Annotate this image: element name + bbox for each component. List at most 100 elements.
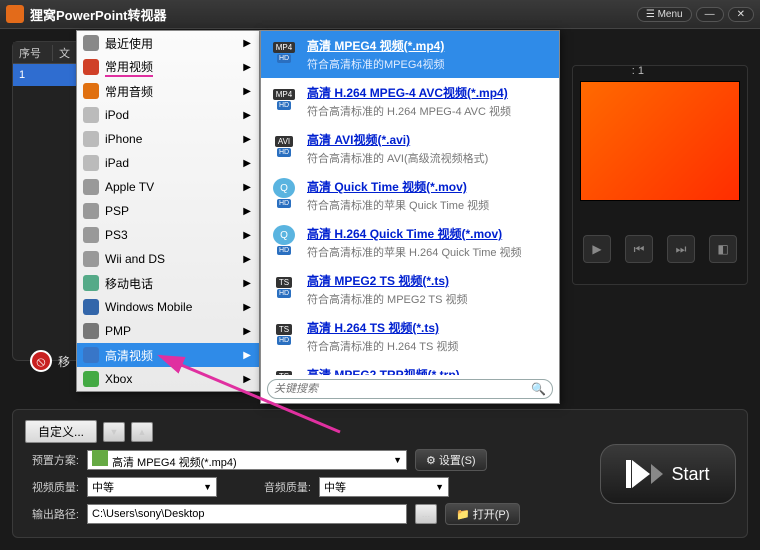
- chevron-right-icon: ▶: [243, 230, 251, 241]
- format-item-1[interactable]: MP4HD高清 H.264 MPEG-4 AVC视频(*.mp4)符合高清标准的…: [261, 78, 559, 125]
- category-item-14[interactable]: Xbox▶: [77, 367, 259, 391]
- menu-button[interactable]: ☰ Menu: [637, 7, 692, 22]
- format-title: 高清 AVI视频(*.avi): [307, 131, 488, 148]
- format-search-input[interactable]: [274, 383, 531, 395]
- category-icon: [83, 299, 99, 315]
- category-item-3[interactable]: iPod▶: [77, 103, 259, 127]
- category-item-0[interactable]: 最近使用▶: [77, 31, 259, 55]
- chevron-right-icon: ▶: [243, 62, 251, 73]
- video-quality-select[interactable]: 中等 ▼: [87, 477, 217, 497]
- category-icon: [83, 35, 99, 51]
- category-icon: [83, 131, 99, 147]
- audio-quality-select[interactable]: 中等▼: [319, 477, 449, 497]
- format-title: 高清 H.264 MPEG-4 AVC视频(*.mp4): [307, 84, 511, 101]
- format-item-3[interactable]: QHD高清 Quick Time 视频(*.mov)符合高清标准的苹果 Quic…: [261, 172, 559, 219]
- output-path-input[interactable]: [87, 504, 407, 524]
- start-button[interactable]: Start: [600, 444, 736, 504]
- format-subtitle: 符合高清标准的MPEG4视频: [307, 56, 445, 72]
- category-item-12[interactable]: PMP▶: [77, 319, 259, 343]
- category-item-2[interactable]: 常用音频 ▶: [77, 79, 259, 103]
- settings-button[interactable]: ⚙ 设置(S): [415, 449, 487, 471]
- preview-controls: ▶ ⏮ ⏭ ◧: [580, 229, 740, 269]
- format-subtitle: 符合高清标准的 H.264 TS 视频: [307, 338, 458, 354]
- chevron-right-icon: ▶: [243, 110, 251, 121]
- minimize-button[interactable]: —: [696, 7, 724, 22]
- category-item-10[interactable]: 移动电话 ▶: [77, 271, 259, 295]
- format-icon: AVIHD: [269, 131, 299, 161]
- category-icon: [83, 275, 99, 291]
- chevron-right-icon: ▶: [243, 86, 251, 97]
- category-icon: [83, 83, 99, 99]
- close-button[interactable]: ✕: [728, 7, 754, 22]
- category-item-8[interactable]: PS3▶: [77, 223, 259, 247]
- category-label: iPhone: [105, 132, 142, 146]
- format-title: 高清 MPEG4 视频(*.mp4): [307, 37, 445, 54]
- prev-button[interactable]: ⏮: [625, 235, 653, 263]
- chevron-down-icon: ▼: [203, 482, 212, 492]
- format-icon: TSHD: [269, 319, 299, 349]
- format-subtitle: 符合高清标准的 AVI(高级流视频格式): [307, 150, 488, 166]
- category-icon: [83, 251, 99, 267]
- preset-up-toggle[interactable]: ▲: [131, 422, 153, 442]
- snapshot-button[interactable]: ◧: [709, 235, 737, 263]
- category-item-4[interactable]: iPhone ▶: [77, 127, 259, 151]
- category-item-9[interactable]: Wii and DS▶: [77, 247, 259, 271]
- search-icon[interactable]: 🔍: [531, 382, 546, 396]
- title-bar: 狸窝PowerPoint转视器 ☰ Menu — ✕: [0, 0, 760, 28]
- format-icon: TSHD: [269, 366, 299, 375]
- category-item-6[interactable]: Apple TV▶: [77, 175, 259, 199]
- format-list[interactable]: MP4HD高清 MPEG4 视频(*.mp4)符合高清标准的MPEG4视频MP4…: [261, 31, 559, 375]
- audio-quality-label: 音频质量:: [257, 479, 311, 495]
- format-item-0[interactable]: MP4HD 高清 MPEG4 视频(*.mp4) 符合高清标准的MPEG4视频: [261, 31, 559, 78]
- category-item-5[interactable]: iPad▶: [77, 151, 259, 175]
- category-icon: [83, 347, 99, 363]
- format-item-5[interactable]: TSHD 高清 MPEG2 TS 视频(*.ts) 符合高清标准的 MPEG2 TS…: [261, 266, 559, 313]
- format-icon: TSHD: [269, 272, 299, 302]
- category-icon: [83, 59, 99, 75]
- category-item-11[interactable]: Windows Mobile▶: [77, 295, 259, 319]
- category-item-1[interactable]: 常用视频 ▶: [77, 55, 259, 79]
- category-item-13[interactable]: 高清视频▶: [77, 343, 259, 367]
- category-label: 最近使用: [105, 35, 153, 52]
- remove-icon[interactable]: ⦸: [30, 350, 52, 372]
- open-folder-button[interactable]: 📁 打开(P): [445, 503, 520, 525]
- format-item-4[interactable]: QHD高清 H.264 Quick Time 视频(*.mov)符合高清标准的苹…: [261, 219, 559, 266]
- browse-path-button[interactable]: …: [415, 504, 437, 524]
- play-button[interactable]: ▶: [583, 235, 611, 263]
- chevron-right-icon: ▶: [243, 326, 251, 337]
- chevron-right-icon: ▶: [243, 278, 251, 289]
- preset-dropdown-toggle[interactable]: ▼: [103, 422, 125, 442]
- custom-preset-button[interactable]: 自定义...: [25, 420, 97, 443]
- category-item-7[interactable]: PSP▶: [77, 199, 259, 223]
- format-subtitle: 符合高清标准的 MPEG2 TS 视频: [307, 291, 468, 307]
- category-icon: [83, 155, 99, 171]
- format-icon: MP4HD: [269, 84, 299, 114]
- chevron-down-icon: ▼: [435, 482, 444, 492]
- category-label: Windows Mobile: [105, 300, 192, 314]
- format-item-6[interactable]: TSHD高清 H.264 TS 视频(*.ts)符合高清标准的 H.264 TS…: [261, 313, 559, 360]
- chevron-down-icon: ▼: [393, 455, 402, 465]
- category-icon: [83, 323, 99, 339]
- preset-value: 高清 MPEG4 视频(*.mp4): [112, 457, 237, 469]
- file-row-num: 1: [13, 69, 53, 81]
- format-title: 高清 Quick Time 视频(*.mov): [307, 178, 489, 195]
- video-quality-value: 中等: [92, 479, 114, 495]
- output-path-label: 输出路径:: [25, 506, 79, 522]
- format-title: 高清 MPEG2 TS 视频(*.ts): [307, 272, 468, 289]
- category-menu: 最近使用▶常用视频▶常用音频▶iPod▶iPhone▶iPad▶Apple TV…: [76, 30, 260, 392]
- chevron-right-icon: ▶: [243, 134, 251, 145]
- format-submenu: MP4HD高清 MPEG4 视频(*.mp4)符合高清标准的MPEG4视频MP4…: [260, 30, 560, 404]
- category-label: iPad: [105, 156, 129, 170]
- category-label: 常用视频: [105, 58, 153, 77]
- chevron-right-icon: ▶: [243, 350, 251, 361]
- preset-select[interactable]: 高清 MPEG4 视频(*.mp4) ▼: [87, 450, 407, 470]
- format-search: 🔍: [267, 379, 553, 399]
- category-label: 移动电话: [105, 275, 153, 292]
- category-icon: [83, 107, 99, 123]
- next-button[interactable]: ⏭: [667, 235, 695, 263]
- category-label: 常用音频: [105, 83, 153, 100]
- chevron-right-icon: ▶: [243, 182, 251, 193]
- format-item-2[interactable]: AVIHD 高清 AVI视频(*.avi) 符合高清标准的 AVI(高级流视频格式): [261, 125, 559, 172]
- format-item-7[interactable]: TSHD高清 MPEG2 TRP视频(*.trp): [261, 360, 559, 375]
- format-icon: MP4HD: [269, 37, 299, 67]
